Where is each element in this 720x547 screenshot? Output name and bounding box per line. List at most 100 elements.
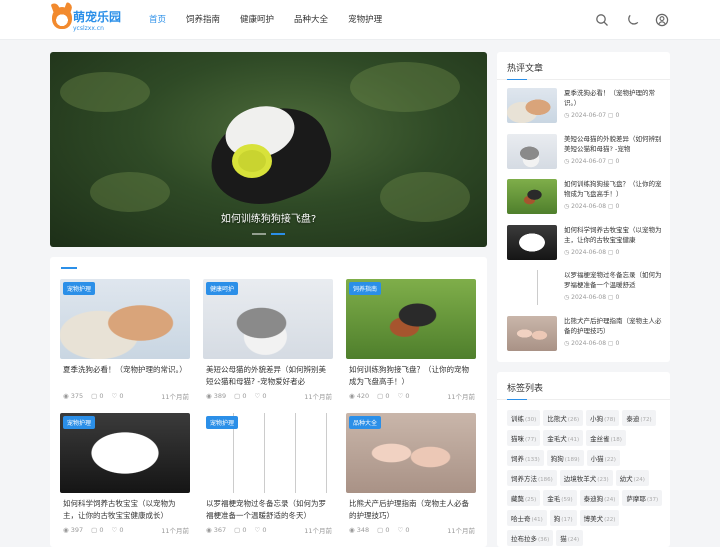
user-icon[interactable] [655, 13, 669, 27]
category-badge[interactable]: 宠物护理 [206, 416, 239, 429]
hot-article-title[interactable]: 如何训练狗狗接飞盘？（让你的宠物成为飞盘高手！） [564, 179, 665, 199]
tag-chip[interactable]: 藏獒(25) [507, 490, 541, 506]
nav-item[interactable]: 宠物护理 [348, 0, 382, 40]
search-icon[interactable] [595, 13, 609, 27]
nav-item[interactable]: 首页 [149, 0, 166, 40]
tag-name: 金丝雀 [590, 435, 610, 443]
article-title[interactable]: 如何科学饲养古牧宝宝（以宠物为主，让你的古牧宝宝健康成长） [63, 498, 189, 522]
article-title[interactable]: 美短公母猫的外貌差异（如何辨别美短公猫和母猫? -宠物爱好者必 [206, 364, 332, 388]
tag-cloud: 训练(30) 比熊犬(26) 小狗(78) 泰迪(72) 猫咪(77) 金毛犬(41) 金丝… [507, 410, 665, 546]
carousel-dot[interactable] [271, 233, 285, 235]
hot-article-item[interactable]: 如何科学饲养古牧宝宝（以宠物为主，让你的古牧宝宝健康 ◷ 2024-06-08 ▢… [507, 224, 665, 262]
tag-name: 小猫 [590, 455, 604, 463]
tag-chip[interactable]: 幼犬(24) [615, 470, 649, 486]
category-badge[interactable]: 饲养指南 [349, 282, 382, 295]
tag-chip[interactable]: 泰迪狗(24) [579, 490, 620, 506]
category-badge[interactable]: 宠物护理 [63, 416, 96, 429]
hot-article-title[interactable]: 如何科学饲养古牧宝宝（以宠物为主，让你的古牧宝宝健康 [564, 225, 665, 245]
article-thumbnail[interactable]: 宠物护理 [60, 279, 190, 359]
article-card[interactable]: 宠物护理 以罗福梗宠物过冬备忘录（如何为罗福梗准备一个温暖舒适的冬天） ◉ 367 ▢… [203, 413, 333, 541]
carousel-dot[interactable] [252, 233, 266, 235]
tag-chip[interactable]: 小狗(78) [586, 410, 620, 426]
banner-caption[interactable]: 如何训练狗狗接飞盘? [50, 210, 487, 225]
site-logo[interactable]: 萌宠乐园 ycslzxx.cn [52, 5, 121, 35]
article-card[interactable]: 饲养指南 如何训练狗狗接飞盘？（让你的宠物成为飞盘高手！） ◉ 420 ▢ 0 ♡ 0 1… [346, 279, 476, 407]
hot-article-item[interactable]: 以罗福梗宠物过冬备忘录（如何为罗福梗准备一个温暖舒适 ◷ 2024-06-08 ▢… [507, 270, 665, 307]
tag-chip[interactable]: 小猫(22) [586, 450, 620, 466]
hot-article-item[interactable]: 美短公母猫的外貌差异（如何辨别美短公猫和母猫? -宠物 ◷ 2024-06-07 … [507, 133, 665, 171]
tag-count: (30) [525, 417, 537, 423]
hot-article-thumbnail[interactable] [507, 224, 557, 260]
article-card[interactable]: 宠物护理 夏季洗狗必看！（宠物护理的常识。） ◉ 375 ▢ 0 ♡ 0 11个月前 [60, 279, 190, 407]
tag-chip[interactable]: 饲养(133) [507, 450, 544, 466]
tag-chip[interactable]: 比熊犬(26) [543, 410, 584, 426]
tag-name: 狗狗 [550, 455, 564, 463]
tag-chip[interactable]: 饲养方法(186) [507, 470, 557, 486]
hot-article-item[interactable]: 比熊犬产后护理指南（宠物主人必备的护理技巧） ◷ 2024-06-08 ▢ 0 [507, 315, 665, 353]
tag-chip[interactable]: 狗狗(189) [546, 450, 584, 466]
post-time: 11个月前 [304, 393, 332, 401]
hot-articles-widget: 热评文章 夏季洗狗必看！（宠物护理的常识。） ◷ 2024-06-07 ▢ 0 美短… [497, 52, 670, 362]
article-card[interactable]: 宠物护理如何科学饲养古牧宝宝（以宠物为主，让你的古牧宝宝健康成长） ◉ 397 ▢ … [60, 413, 190, 541]
hot-article-title[interactable]: 美短公母猫的外貌差异（如何辨别美短公猫和母猫? -宠物 [564, 134, 665, 154]
article-meta: ◉ 397 ▢ 0 ♡ 0 11个月前 [63, 525, 189, 535]
tag-chip[interactable]: 猫(24) [556, 530, 584, 546]
article-thumbnail[interactable]: 饲养指南 [346, 279, 476, 359]
hot-article-thumbnail[interactable] [507, 270, 557, 305]
category-badge[interactable]: 健康呵护 [206, 282, 239, 295]
tag-chip[interactable]: 萨摩耶(37) [622, 490, 663, 506]
hot-article-thumbnail[interactable] [507, 133, 557, 169]
like-count: ♡ 0 [111, 392, 124, 400]
article-title[interactable]: 夏季洗狗必看！（宠物护理的常识。） [63, 364, 189, 388]
tags-title: 标签列表 [507, 384, 544, 394]
tag-chip[interactable]: 猫咪(77) [507, 430, 541, 446]
moon-icon[interactable] [626, 13, 640, 27]
hot-article-item[interactable]: 夏季洗狗必看！（宠物护理的常识。） ◷ 2024-06-07 ▢ 0 [507, 88, 665, 125]
tag-count: (26) [567, 417, 580, 423]
hot-article-title[interactable]: 比熊犬产后护理指南（宠物主人必备的护理技巧） [564, 316, 665, 336]
view-count: ◉ 375 [63, 392, 84, 400]
tag-name: 饲养方法 [511, 475, 537, 483]
article-thumbnail[interactable]: 宠物护理 [203, 413, 333, 493]
hot-article-thumbnail[interactable] [507, 88, 557, 123]
tag-chip[interactable]: 金毛(59) [543, 490, 577, 506]
tag-chip[interactable]: 狗(17) [549, 510, 577, 526]
hot-article-meta: ◷ 2024-06-07 ▢ 0 [564, 157, 620, 165]
nav-item[interactable]: 品种大全 [294, 0, 328, 40]
tag-chip[interactable]: 博美犬(22) [579, 510, 620, 526]
tag-chip[interactable]: 泰迪(72) [622, 410, 656, 426]
tag-count: (41) [567, 437, 580, 443]
category-badge[interactable]: 宠物护理 [63, 282, 96, 295]
nav-item[interactable]: 健康呵护 [240, 0, 274, 40]
article-card[interactable]: 品种大全比熊犬产后护理指南（宠物主人必备的护理技巧） ◉ 348 ▢ 0 ♡ 0 11个… [346, 413, 476, 541]
comment-count: ▢ 0 [377, 392, 390, 400]
hot-article-title[interactable]: 以罗福梗宠物过冬备忘录（如何为罗福梗准备一个温暖舒适 [564, 270, 665, 290]
tag-chip[interactable]: 拉布拉多(36) [507, 530, 554, 546]
nav-item[interactable]: 饲养指南 [186, 0, 220, 40]
article-meta: ◉ 348 ▢ 0 ♡ 0 11个月前 [349, 525, 475, 535]
tag-chip[interactable]: 训练(30) [507, 410, 541, 426]
tag-name: 边境牧羊犬 [563, 475, 597, 483]
hot-article-meta: ◷ 2024-06-08 ▢ 0 [564, 294, 620, 301]
tag-name: 训练 [511, 415, 524, 423]
hot-article-item[interactable]: 如何训练狗狗接飞盘？（让你的宠物成为飞盘高手！） ◷ 2024-06-08 ▢ 0 [507, 179, 665, 216]
article-title[interactable]: 比熊犬产后护理指南（宠物主人必备的护理技巧） [349, 498, 475, 522]
article-thumbnail[interactable]: 品种大全 [346, 413, 476, 493]
tag-count: (189) [564, 457, 580, 463]
article-thumbnail[interactable]: 宠物护理 [60, 413, 190, 493]
main-nav: 首页 饲养指南 健康呵护 品种大全 宠物护理 [149, 0, 402, 40]
post-time: 11个月前 [161, 393, 189, 401]
article-card[interactable]: 健康呵护 美短公母猫的外貌差异（如何辨别美短公猫和母猫? -宠物爱好者必 ◉ 389… [203, 279, 333, 407]
tag-chip[interactable]: 哈士奇(41) [507, 510, 547, 526]
category-badge[interactable]: 品种大全 [349, 416, 382, 429]
hot-article-title[interactable]: 夏季洗狗必看！（宠物护理的常识。） [564, 88, 665, 108]
article-title[interactable]: 以罗福梗宠物过冬备忘录（如何为罗福梗准备一个温暖舒适的冬天） [206, 498, 332, 522]
hot-article-thumbnail[interactable] [507, 315, 557, 351]
article-title[interactable]: 如何训练狗狗接飞盘？（让你的宠物成为飞盘高手！） [349, 364, 475, 388]
tag-chip[interactable]: 金丝雀(18) [586, 430, 626, 446]
hero-banner[interactable]: 如何训练狗狗接飞盘? [50, 52, 487, 247]
hot-article-thumbnail[interactable] [507, 179, 557, 214]
tag-chip[interactable]: 金毛犬(41) [543, 430, 584, 446]
article-thumbnail[interactable]: 健康呵护 [203, 279, 333, 359]
tag-chip[interactable]: 边境牧羊犬(23) [559, 470, 613, 486]
